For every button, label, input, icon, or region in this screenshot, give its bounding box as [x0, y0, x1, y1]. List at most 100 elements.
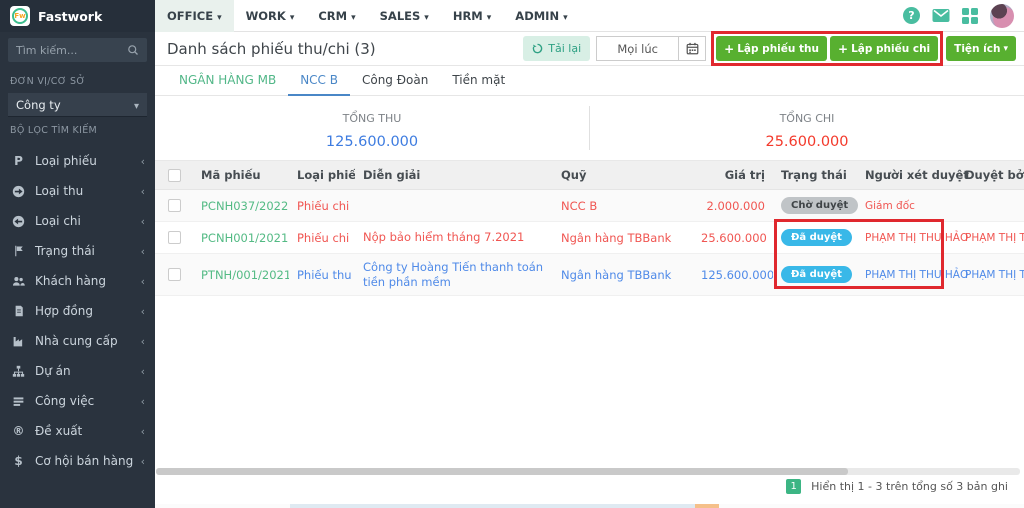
- total-thu-label: TỔNG THU: [155, 112, 589, 125]
- sitemap-icon: [10, 365, 27, 378]
- row-checkbox[interactable]: [168, 268, 181, 281]
- sidebar-item-loai-phieu[interactable]: P Loại phiếu: [0, 146, 155, 176]
- totals-summary: TỔNG THU 125.600.000 TỔNG CHI 25.600.000: [155, 96, 1024, 160]
- chevron-left-icon: [141, 455, 145, 468]
- sidebar-search[interactable]: [8, 38, 147, 62]
- cell-approver: Giám đốc: [857, 200, 957, 212]
- company-select[interactable]: Công ty: [8, 93, 147, 117]
- sidebar-item-du-an[interactable]: Dự án: [0, 356, 155, 386]
- chevron-left-icon: [141, 215, 145, 228]
- highlighted-buttons-group: +Lập phiếu thu +Lập phiếu chi: [716, 36, 938, 61]
- sidebar-item-loai-chi[interactable]: Loại chi: [0, 206, 155, 236]
- sidebar-item-label: Dự án: [35, 364, 71, 378]
- plus-icon: +: [838, 42, 848, 56]
- sidebar-item-hop-dong[interactable]: Hợp đồng: [0, 296, 155, 326]
- pagination: 1 Hiển thị 1 - 3 trên tổng số 3 bản ghi: [786, 479, 1008, 494]
- col-header-dien-giai: Diễn giải: [355, 168, 553, 183]
- sidebar-item-label: Cơ hội bán hàng: [35, 454, 133, 468]
- users-icon: [10, 275, 27, 288]
- cell-code[interactable]: PCNH037/2022: [193, 199, 289, 213]
- select-all-checkbox[interactable]: [168, 169, 181, 182]
- row-checkbox[interactable]: [168, 199, 181, 212]
- cell-description: Nộp bảo hiểm tháng 7.2021: [355, 230, 553, 245]
- refresh-icon: [532, 43, 543, 54]
- status-badge: Chờ duyệt: [781, 197, 858, 214]
- fund-tabs: NGÂN HÀNG MB NCC B Công Đoàn Tiền mặt: [155, 66, 1024, 96]
- help-icon[interactable]: ?: [903, 7, 920, 24]
- chevron-left-icon: [141, 425, 145, 438]
- table-row[interactable]: PCNH001/2021 Phiếu chi Nộp bảo hiểm thán…: [155, 222, 1024, 254]
- cell-fund[interactable]: Ngân hàng TBBank: [553, 231, 693, 245]
- nav-item-crm[interactable]: CRM: [306, 0, 367, 32]
- total-chi-label: TỔNG CHI: [590, 112, 1024, 125]
- flag-icon: [10, 245, 27, 257]
- cell-type: Phiếu chi: [289, 199, 355, 213]
- utilities-button[interactable]: Tiện ích▾: [946, 36, 1016, 61]
- cell-fund[interactable]: NCC B: [553, 199, 693, 213]
- table-row[interactable]: PCNH037/2022 Phiếu chi NCC B 2.000.000 C…: [155, 190, 1024, 222]
- horizontal-scrollbar[interactable]: [156, 468, 1020, 475]
- sidebar-item-loai-thu[interactable]: Loại thu: [0, 176, 155, 206]
- tasks-icon: [10, 395, 27, 408]
- nav-item-office[interactable]: OFFICE: [155, 0, 234, 32]
- row-checkbox[interactable]: [168, 231, 181, 244]
- reload-button[interactable]: Tải lại: [523, 36, 590, 61]
- cell-fund[interactable]: Ngân hàng TBBank: [553, 268, 693, 282]
- contract-icon: [10, 305, 27, 317]
- top-navbar: OFFICE WORK CRM SALES HRM ADMIN ?: [155, 0, 1024, 32]
- company-select-value: Công ty: [16, 98, 61, 112]
- status-badge: Đã duyệt: [781, 266, 852, 283]
- tab-ncc-b[interactable]: NCC B: [288, 66, 350, 96]
- sidebar-header: Fw Fastwork: [0, 0, 155, 32]
- total-thu-value: 125.600.000: [155, 134, 589, 150]
- chevron-down-icon: [487, 9, 492, 23]
- page-1-button[interactable]: 1: [786, 479, 801, 494]
- status-badge: Đã duyệt: [781, 229, 852, 246]
- chevron-left-icon: [141, 365, 145, 378]
- sidebar-item-co-hoi-ban-hang[interactable]: $ Cơ hội bán hàng: [0, 446, 155, 476]
- chevron-left-icon: [141, 185, 145, 198]
- sidebar-item-khach-hang[interactable]: Khách hàng: [0, 266, 155, 296]
- app-window: Fw Fastwork ĐƠN VỊ/CƠ SỞ Công ty BỘ LỌC …: [0, 0, 1024, 508]
- date-range-input[interactable]: [596, 36, 678, 61]
- scrollbar-thumb[interactable]: [156, 468, 848, 475]
- calendar-icon: [686, 42, 699, 55]
- col-header-ma-phieu: Mã phiếu: [193, 168, 289, 182]
- tab-cong-doan[interactable]: Công Đoàn: [350, 66, 440, 96]
- apps-grid-icon[interactable]: [962, 8, 978, 24]
- nav-item-admin[interactable]: ADMIN: [503, 0, 579, 32]
- brand-name: Fastwork: [38, 9, 102, 24]
- col-header-loai-phieu: Loại phiếu: [289, 168, 355, 182]
- utilities-label: Tiện ích: [954, 43, 1000, 55]
- col-header-nguoi-xet-duyet: Người xét duyệt: [857, 168, 957, 182]
- nav-item-sales[interactable]: SALES: [368, 0, 441, 32]
- search-icon: [127, 44, 139, 56]
- nav-item-hrm[interactable]: HRM: [441, 0, 503, 32]
- sidebar-item-de-xuat[interactable]: ® Đề xuất: [0, 416, 155, 446]
- chevron-down-icon: [351, 9, 356, 23]
- nav-item-work[interactable]: WORK: [234, 0, 307, 32]
- sidebar-item-label: Hợp đồng: [35, 304, 93, 318]
- sidebar-item-trang-thai[interactable]: Trạng thái: [0, 236, 155, 266]
- chevron-down-icon: ▾: [1003, 44, 1008, 54]
- tab-ngan-hang-mb[interactable]: NGÂN HÀNG MB: [167, 66, 288, 96]
- receipts-table: Mã phiếu Loại phiếu Diễn giải Quỹ Giá tr…: [155, 160, 1024, 296]
- create-payment-button[interactable]: +Lập phiếu chi: [830, 36, 938, 61]
- search-input[interactable]: [16, 44, 127, 57]
- fastwork-logo-icon[interactable]: Fw: [10, 6, 30, 26]
- sidebar-item-nha-cung-cap[interactable]: Nhà cung cấp: [0, 326, 155, 356]
- chevron-left-icon: [141, 155, 145, 168]
- cell-code[interactable]: PCNH001/2021: [193, 231, 289, 245]
- nav-item-label: SALES: [380, 9, 421, 23]
- sidebar-item-cong-viec[interactable]: Công việc: [0, 386, 155, 416]
- plus-icon: +: [724, 42, 734, 56]
- calendar-button[interactable]: [678, 36, 706, 61]
- page-toolbar: Danh sách phiếu thu/chi (3) Tải lại +Lập…: [155, 32, 1024, 66]
- sidebar-menu: P Loại phiếu Loại thu Loại chi Trạng thá…: [0, 146, 155, 476]
- user-avatar[interactable]: [990, 4, 1014, 28]
- cell-code[interactable]: PTNH/001/2021: [193, 268, 289, 282]
- tab-tien-mat[interactable]: Tiền mặt: [440, 66, 517, 96]
- create-receipt-button[interactable]: +Lập phiếu thu: [716, 36, 827, 61]
- table-row[interactable]: PTNH/001/2021 Phiếu thu Công ty Hoàng Ti…: [155, 254, 1024, 296]
- inbox-icon[interactable]: [932, 8, 950, 23]
